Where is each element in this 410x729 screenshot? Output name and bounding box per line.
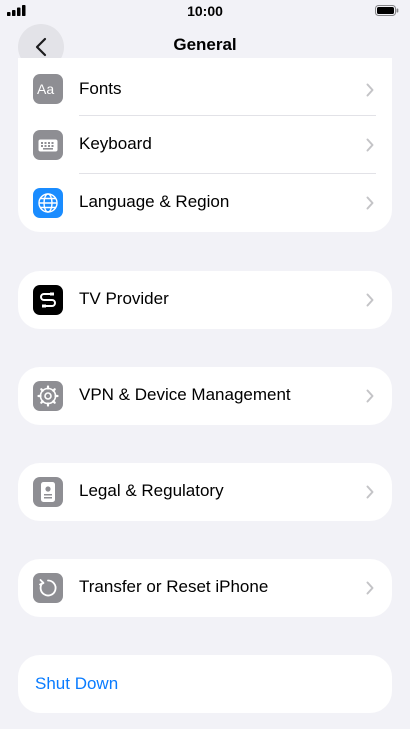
tv-provider-row[interactable]: TV Provider (18, 271, 392, 329)
chevron-right-icon (366, 83, 374, 97)
settings-group-vpn: VPN & Device Management (18, 367, 392, 425)
fonts-row[interactable]: Aa Fonts (18, 58, 392, 116)
status-time: 10:00 (187, 3, 223, 19)
transfer-reset-label: Transfer or Reset iPhone (79, 577, 269, 596)
shut-down-button[interactable]: Shut Down (35, 674, 118, 694)
vpn-device-management-label: VPN & Device Management (79, 385, 291, 404)
tv-provider-icon (33, 285, 63, 315)
language-region-label: Language & Region (79, 192, 230, 211)
shut-down-row[interactable]: Shut Down (18, 655, 392, 713)
keyboard-label: Keyboard (79, 134, 152, 153)
settings-group-shut-down: Shut Down (18, 655, 392, 713)
fonts-icon: Aa (33, 74, 63, 104)
svg-text:Aa: Aa (37, 81, 54, 97)
settings-group-tv-provider: TV Provider (18, 271, 392, 329)
globe-icon (33, 188, 63, 218)
reset-icon (33, 573, 63, 603)
legal-icon (33, 477, 63, 507)
chevron-right-icon (366, 138, 374, 152)
vpn-device-management-row[interactable]: VPN & Device Management (18, 367, 392, 425)
gear-icon (33, 381, 63, 411)
transfer-reset-row[interactable]: Transfer or Reset iPhone (18, 559, 392, 617)
keyboard-icon (33, 130, 63, 160)
keyboard-row[interactable]: Keyboard (18, 116, 392, 174)
chevron-right-icon (366, 485, 374, 499)
status-bar: 10:00 (0, 0, 410, 22)
tv-provider-label: TV Provider (79, 289, 169, 308)
legal-regulatory-label: Legal & Regulatory (79, 481, 224, 500)
fonts-label: Fonts (79, 79, 122, 98)
settings-group-transfer-reset: Transfer or Reset iPhone (18, 559, 392, 617)
chevron-right-icon (366, 581, 374, 595)
page-title: General (173, 35, 237, 54)
language-region-row[interactable]: Language & Region (18, 174, 392, 232)
chevron-right-icon (366, 196, 374, 210)
settings-group-input: Aa Fonts Keyboard Language & Region (18, 58, 392, 232)
chevron-right-icon (366, 293, 374, 307)
settings-group-legal: Legal & Regulatory (18, 463, 392, 521)
battery-icon (375, 5, 399, 16)
legal-regulatory-row[interactable]: Legal & Regulatory (18, 463, 392, 521)
chevron-right-icon (366, 389, 374, 403)
